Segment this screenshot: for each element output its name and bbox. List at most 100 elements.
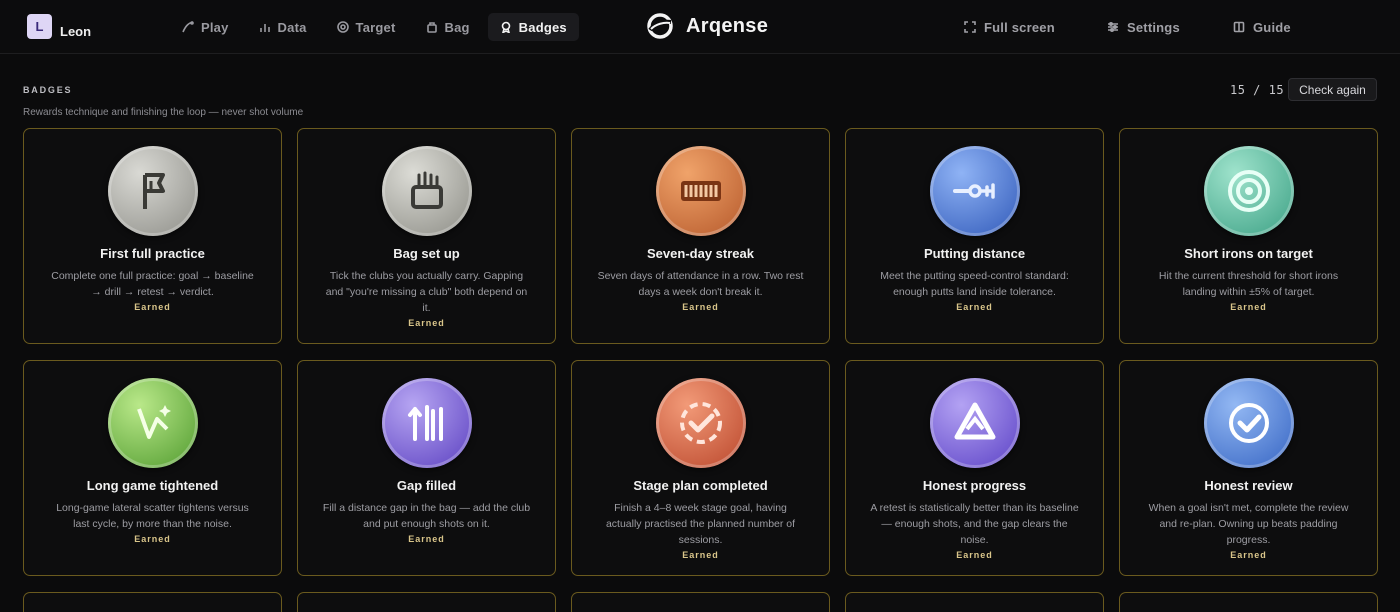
badge-card-partial <box>1119 592 1378 612</box>
badge-card[interactable]: Stage plan completed Finish a 4–8 week st… <box>571 360 830 576</box>
username[interactable]: Leon <box>60 24 91 39</box>
badge-icon <box>501 21 510 33</box>
nav-data-label: Data <box>277 19 307 35</box>
chart-icon <box>259 24 270 32</box>
fullscreen-label: Full screen <box>984 19 1055 35</box>
badge-grid: First full practice Complete one full pra… <box>23 128 1378 612</box>
brand-logo-icon <box>647 13 673 39</box>
badge-status: Earned <box>1230 550 1267 560</box>
badge-medal <box>107 378 198 468</box>
badge-title: Short irons on target <box>1184 246 1313 261</box>
badge-medal <box>929 378 1020 468</box>
badge-status: Earned <box>408 534 445 544</box>
nav-target[interactable]: Target <box>325 13 408 41</box>
fullscreen-icon <box>964 21 976 33</box>
badge-status: Earned <box>1230 302 1267 312</box>
triangle-icon <box>954 402 995 440</box>
badge-card[interactable]: Short irons on target Hit the current thr… <box>1119 128 1378 344</box>
badge-card[interactable]: Bag set up Tick the clubs you actually ca… <box>297 128 556 344</box>
brand[interactable]: Arqense <box>646 12 768 40</box>
badge-medal <box>381 146 472 236</box>
badge-status: Earned <box>682 550 719 560</box>
flag-icon <box>142 173 165 209</box>
putter-icon <box>952 183 995 199</box>
check-again-button[interactable]: Check again <box>1288 78 1377 101</box>
settings-label: Settings <box>1127 19 1180 35</box>
badge-description: Fill a distance gap in the bag — add the… <box>322 502 531 530</box>
golf-bag-icon <box>410 171 443 209</box>
sliders-icon <box>1108 21 1118 33</box>
badge-card-partial <box>845 592 1104 612</box>
badge-card-partial <box>297 592 556 612</box>
nav-bag[interactable]: Bag <box>414 13 482 41</box>
badge-card[interactable]: Gap filled Fill a distance gap in the bag… <box>297 360 556 576</box>
badge-status: Earned <box>134 302 171 312</box>
scatter-icon <box>136 405 171 439</box>
section-subtitle: Rewards technique and finishing the loop… <box>23 107 304 118</box>
badge-status: Earned <box>134 534 171 544</box>
badge-title: First full practice <box>100 246 205 261</box>
target-icon <box>336 21 349 33</box>
badge-medal <box>655 146 746 236</box>
nav-play[interactable]: Play <box>170 13 241 41</box>
badge-description: A retest is statistically better than it… <box>870 502 1079 546</box>
badge-medal <box>929 146 1020 236</box>
brand-name: Arqense <box>686 14 769 37</box>
main-nav: Play Data Target Bag Badges <box>170 13 579 41</box>
play-icon <box>182 21 194 33</box>
fullscreen-button[interactable]: Full screen <box>964 13 1055 41</box>
badge-medal <box>107 146 198 236</box>
nav-play-label: Play <box>201 19 229 35</box>
badge-title: Stage plan completed <box>633 478 768 493</box>
book-icon <box>1233 21 1245 33</box>
badge-title: Putting distance <box>923 246 1026 261</box>
badge-title: Gap filled <box>396 478 457 493</box>
review-check-icon <box>1228 403 1269 443</box>
top-bar: L Leon Play Data Target Bag Badges Arqen… <box>0 0 1400 54</box>
badge-card[interactable]: Honest review When a goal isn't met, comp… <box>1119 360 1378 576</box>
badge-description: Meet the putting speed-control standard:… <box>880 270 1069 298</box>
section-title: BADGES <box>23 85 73 95</box>
badge-counter: 15 / 15 <box>1230 83 1285 97</box>
badge-description: Finish a 4–8 week stage goal, having act… <box>605 502 796 546</box>
badge-title: Long game tightened <box>86 478 219 493</box>
nav-badges-label: Badges <box>518 19 567 35</box>
badge-card[interactable]: Putting distance Meet the putting speed-c… <box>845 128 1104 344</box>
bag-icon <box>426 22 437 33</box>
badge-description: Hit the current threshold for short iron… <box>1158 270 1339 298</box>
check-circle-icon <box>679 402 722 444</box>
badge-card[interactable]: Seven-day streak Seven days of attendance… <box>571 128 830 344</box>
badge-description: Complete one full practice: goal → basel… <box>51 270 254 298</box>
bullseye-icon <box>1227 170 1270 212</box>
guide-button[interactable]: Guide <box>1233 13 1291 41</box>
avatar[interactable]: L <box>27 14 52 39</box>
badge-title: Honest progress <box>922 478 1027 493</box>
badge-status: Earned <box>956 550 993 560</box>
badge-card[interactable]: Long game tightened Long-game lateral sca… <box>23 360 282 576</box>
badge-card[interactable]: First full practice Complete one full pra… <box>23 128 282 344</box>
settings-button[interactable]: Settings <box>1107 13 1180 41</box>
calendar-streak-icon <box>680 181 721 201</box>
guide-label: Guide <box>1253 19 1291 35</box>
badge-card-partial <box>23 592 282 612</box>
badge-medal <box>381 378 472 468</box>
badge-medal <box>655 378 746 468</box>
nav-badges[interactable]: Badges <box>487 13 579 41</box>
badge-card[interactable]: Honest progress A retest is statistically… <box>845 360 1104 576</box>
badge-title: Bag set up <box>393 246 460 261</box>
badge-status: Earned <box>682 302 719 312</box>
badge-medal <box>1203 146 1294 236</box>
nav-target-label: Target <box>355 19 396 35</box>
badge-description: Seven days of attendance in a row. Two r… <box>597 270 804 298</box>
badge-description: When a goal isn't met, complete the revi… <box>1148 502 1349 546</box>
badge-description: Tick the clubs you actually carry. Gappi… <box>325 270 528 314</box>
gap-arrows-icon <box>407 405 443 441</box>
badge-card-partial <box>571 592 830 612</box>
badge-status: Earned <box>956 302 993 312</box>
badge-title: Honest review <box>1204 478 1293 493</box>
badge-status: Earned <box>408 318 445 328</box>
badge-title: Seven-day streak <box>647 246 754 261</box>
badge-description: Long-game lateral scatter tightens versu… <box>56 502 249 530</box>
badge-medal <box>1203 378 1294 468</box>
nav-data[interactable]: Data <box>247 13 319 41</box>
